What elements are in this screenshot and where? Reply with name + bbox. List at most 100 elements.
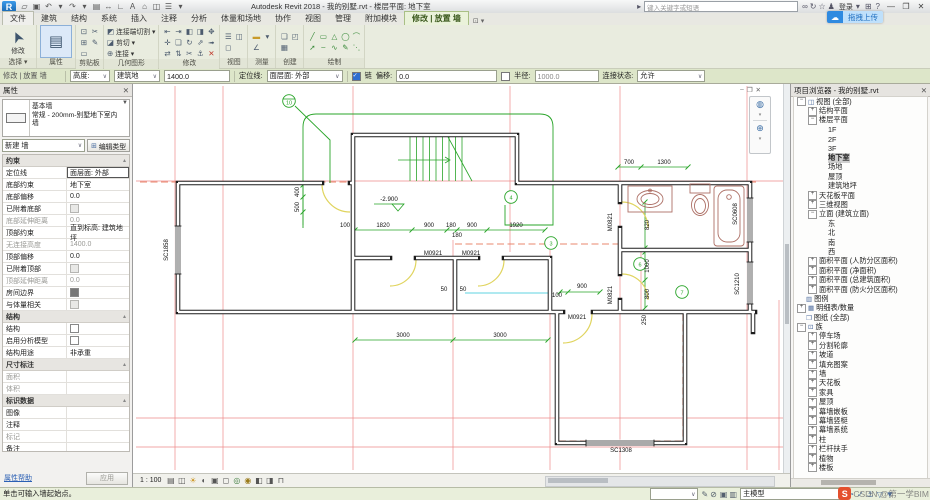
drag-upload-button[interactable]: ☁ 拖拽上传 [827,11,883,23]
tree-item[interactable]: + 分割轮廓 [794,341,927,351]
tree-expander-icon[interactable]: + [808,191,817,201]
tree-item[interactable]: ❒ 图纸 (全部) [794,313,927,322]
ribbon-tab[interactable]: 体量和场地 [214,12,268,25]
tree-expander-icon[interactable]: + [808,388,817,398]
ribbon-tool-icon[interactable]: ⊡ [79,26,89,36]
ribbon-panel-label[interactable]: 选择 ▾ [0,58,36,68]
ribbon-tool-icon[interactable]: ▭ [318,31,328,41]
ribbon-tool-icon[interactable]: ✂ [184,48,194,58]
edit-type-button[interactable]: ⊞ 编辑类型 [87,139,130,152]
offset-input[interactable]: 0.0 [396,70,498,82]
crop-view-icon[interactable]: ▣ [209,475,220,486]
zoom-icon[interactable]: ⊕ [756,123,764,134]
tree-expander-icon[interactable]: + [808,285,817,294]
analytical-model-icon[interactable]: ◨ [264,475,275,486]
tree-expander-icon[interactable]: + [808,407,817,417]
ribbon-tool-icon[interactable]: ∿ [329,42,339,52]
property-value[interactable] [67,371,129,382]
tree-expander-icon[interactable]: + [808,425,817,435]
subscription-icon[interactable]: ↻ [810,2,817,11]
tree-item[interactable]: ▥ 图例 [794,294,927,303]
property-value[interactable]: 地下室 [67,179,129,190]
property-row[interactable]: 面积 [3,371,129,383]
tree-expander-icon[interactable]: + [808,106,817,116]
property-group-header[interactable]: 结构 ▴ [3,311,129,323]
location-line-combo[interactable]: 面层面: 外部 ∨ [266,70,343,82]
ribbon-tool-icon[interactable]: ✕ [206,48,216,58]
property-row[interactable]: 已附着顶部 [3,263,129,275]
top-level-combo[interactable]: 建筑地 ∨ [114,70,160,82]
minimize-button[interactable]: — [885,2,897,11]
ribbon-tab[interactable]: 结构 [64,12,94,25]
tree-item[interactable]: 地下室 [794,153,927,164]
property-row[interactable]: 顶部延伸距离 0.0 [3,275,129,287]
tree-expander-icon[interactable]: + [797,303,806,313]
tree-item[interactable]: + 天花板 [794,378,927,388]
property-row[interactable]: 与体量相关 [3,299,129,311]
ribbon-tab[interactable]: 系统 [94,12,124,25]
property-group-header[interactable]: 标识数据 ▴ [3,395,129,407]
ribbon-tool-icon[interactable]: ⇤ [162,26,172,36]
ribbon-tab[interactable]: 建筑 [34,12,64,25]
tree-expander-icon[interactable]: + [808,360,817,370]
tree-item[interactable]: + 结构平面 [794,106,927,116]
scale-button[interactable]: 1 : 100 [136,476,165,485]
tree-item[interactable]: + 三维视图 [794,200,927,210]
print-icon[interactable]: ▤ [91,1,102,12]
design-options-combo[interactable]: 主模型∨ [740,488,846,500]
tree-item[interactable]: + 面积平面 (防火分区面积) [794,285,927,294]
property-row[interactable]: 底部约束 地下室 [3,179,129,191]
ribbon-big-button[interactable]: ➤ 修改 [3,26,33,57]
temporary-hide-isolate-icon[interactable]: ◎ [231,475,242,486]
text-icon[interactable]: A [127,1,138,12]
tree-item[interactable]: + ▦ 明细表/数量 [794,303,927,313]
undo-icon[interactable]: ↶ [43,1,54,12]
property-value[interactable]: 面层面: 外部 [67,167,129,178]
tree-item[interactable]: + 坡道 [794,350,927,360]
ribbon-tab[interactable]: 分析 [184,12,214,25]
property-row[interactable]: 定位线 面层面: 外部 [3,167,129,179]
tree-item[interactable]: 场地 [794,162,927,172]
undo-caret-icon[interactable]: ▾ [55,1,66,12]
properties-help-link[interactable]: 属性帮助 [4,473,32,483]
ribbon-tool-icon[interactable]: ↻ [184,37,194,47]
property-value[interactable]: 0.0 [67,251,129,262]
tree-expander-icon[interactable]: + [808,275,817,285]
property-value[interactable] [67,431,129,442]
property-checkbox[interactable] [70,264,79,273]
tree-item[interactable]: + 栏杆扶手 [794,444,927,454]
infocenter-toggle-icon[interactable]: ▸ [637,2,641,11]
property-value[interactable] [67,335,129,346]
apply-button[interactable]: 应用 [86,471,128,485]
property-value[interactable] [67,407,129,418]
ribbon-panel-label[interactable]: 测量 [248,58,276,68]
ribbon-panel-label[interactable]: 绘制 [304,58,365,68]
tree-item[interactable]: + 幕墙系统 [794,425,927,435]
tree-item[interactable]: + 柱 [794,435,927,445]
property-value[interactable] [67,323,129,334]
ribbon-tool-icon[interactable]: ✛ [162,37,172,47]
ribbon-panel-label[interactable]: 属性 [37,58,75,68]
tree-expander-icon[interactable]: + [808,331,817,341]
tree-item[interactable]: + 墙 [794,369,927,379]
tree-expander-icon[interactable]: + [808,341,817,351]
ribbon-tool-button[interactable]: ◪ 剪切 ▾ [107,37,155,48]
property-row[interactable]: 备注 [3,443,129,451]
tree-item[interactable]: 北 [794,228,927,237]
tree-item[interactable]: + 楼板 [794,463,927,473]
tree-expander-icon[interactable]: + [808,397,817,407]
ribbon-tab[interactable]: 文件 [2,11,34,25]
ribbon-tool-icon[interactable]: ◯ [340,31,350,41]
reveal-hidden-elements-icon[interactable]: ◉ [242,475,253,486]
property-row[interactable]: 体积 [3,383,129,395]
ribbon-tool-icon[interactable]: ▬ [251,31,261,41]
ribbon-panel-label[interactable]: 几何图形 [104,59,159,69]
ribbon-panel-label[interactable]: 修改 [159,59,220,69]
ribbon-panel-label[interactable]: 剪贴板 [76,59,103,69]
tree-item[interactable]: + 面积平面 (总建筑面积) [794,275,927,285]
radius-input[interactable]: 1000.0 [534,70,599,82]
ribbon-tool-icon[interactable]: ✂ [90,26,100,36]
property-value[interactable]: 直到标高: 建筑地坪 [67,225,129,242]
ribbon-tool-icon[interactable]: ✥ [206,26,216,36]
property-value[interactable]: 0.0 [67,275,129,286]
